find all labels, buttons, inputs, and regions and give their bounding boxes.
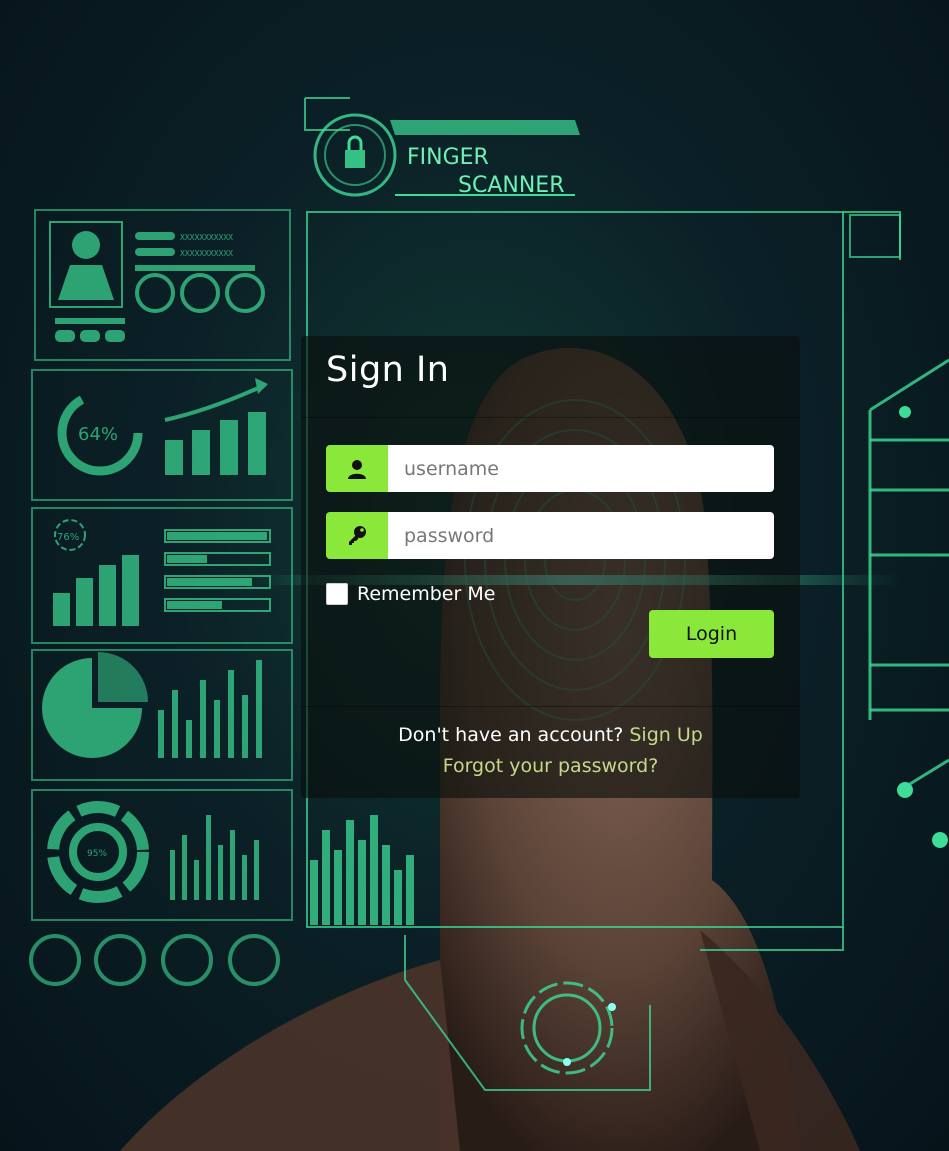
svg-text:76%: 76% [57, 532, 79, 543]
password-group [326, 512, 774, 559]
svg-text:64%: 64% [78, 424, 118, 445]
username-group [326, 445, 774, 492]
login-button[interactable]: Login [649, 610, 774, 658]
remember-checkbox[interactable] [326, 583, 348, 605]
forgot-password-link[interactable]: Forgot your password? [443, 755, 659, 777]
card-header: Sign In [301, 336, 800, 418]
banner-line1: FINGER [407, 145, 489, 170]
key-icon [326, 512, 388, 559]
card-footer: Don't have an account? Sign Up Forgot yo… [301, 706, 800, 798]
svg-text:XXXXXXXXXXX: XXXXXXXXXXX [180, 233, 233, 242]
user-icon [326, 445, 388, 492]
lock-icon [345, 150, 365, 168]
finger-scanner-banner: FINGER SCANNER [313, 113, 580, 198]
forgot-password-row: Forgot your password? [301, 755, 800, 777]
page-title: Sign In [326, 350, 450, 390]
signup-prompt: Don't have an account? Sign Up [301, 724, 800, 746]
remember-label: Remember Me [357, 583, 496, 605]
password-input[interactable] [388, 512, 774, 559]
svg-text:XXXXXXXXXXX: XXXXXXXXXXX [180, 249, 233, 258]
svg-text:95%: 95% [87, 849, 107, 859]
page: FINGER SCANNER XXXXXXXXXXX XXXXXXXXXXX 6… [0, 0, 949, 1151]
no-account-text: Don't have an account? [398, 724, 630, 746]
signin-card: Sign In Remember Me [301, 336, 800, 798]
banner-line2: SCANNER [458, 173, 564, 198]
username-input[interactable] [388, 445, 774, 492]
remember-me[interactable]: Remember Me [326, 583, 495, 605]
signup-link[interactable]: Sign Up [629, 724, 702, 746]
